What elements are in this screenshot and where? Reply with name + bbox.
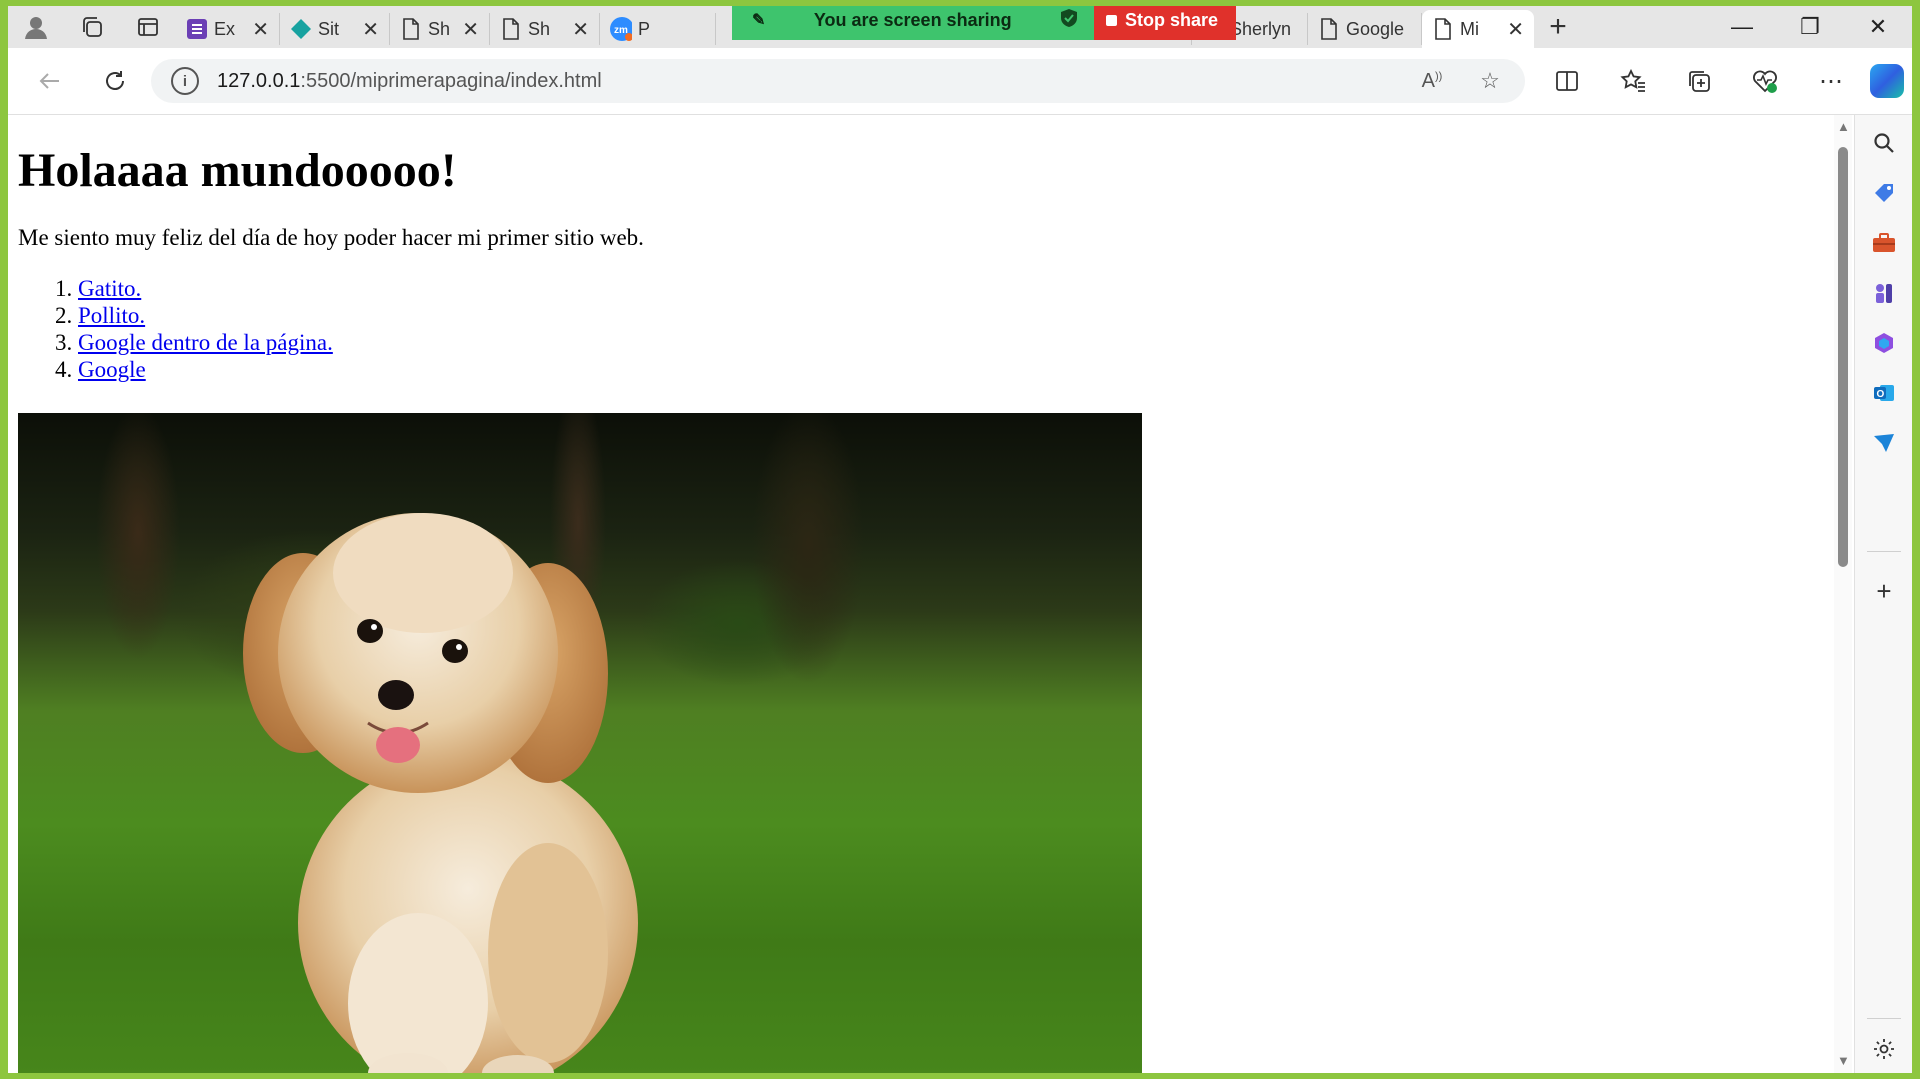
tab-5[interactable]: zm P: [600, 13, 716, 45]
zoom-icon: zm: [610, 17, 632, 41]
tab-active[interactable]: Mi ✕: [1422, 10, 1534, 48]
tab-title: Mi: [1460, 18, 1479, 39]
page-paragraph: Me siento muy feliz del día de hoy poder…: [18, 225, 644, 250]
scroll-up-icon[interactable]: ▲: [1837, 120, 1850, 133]
tab-title: Sh: [428, 18, 451, 39]
tab-title: P: [638, 18, 651, 39]
page-icon: [1432, 18, 1454, 40]
add-sidebar-app-icon[interactable]: +: [1855, 571, 1912, 611]
page-heading: Holaaaa mundooooo!: [18, 144, 457, 197]
close-tab-icon[interactable]: ✕: [566, 17, 589, 42]
back-button[interactable]: [22, 48, 78, 114]
site-info-icon[interactable]: i: [171, 67, 199, 95]
page-icon: [400, 18, 422, 40]
stop-share-label: Stop share: [1125, 9, 1219, 30]
vertical-tabs-icon[interactable]: [120, 6, 176, 48]
tab-3[interactable]: Sh ✕: [390, 13, 490, 45]
stop-share-button[interactable]: Stop share: [1094, 6, 1236, 40]
close-tab-icon[interactable]: ✕: [356, 17, 379, 42]
new-tab-button[interactable]: +: [1534, 6, 1582, 48]
forms-icon: [186, 18, 208, 40]
tab-title: Ex: [214, 18, 236, 39]
pin-icon[interactable]: ✎: [752, 10, 765, 30]
shield-icon: [1060, 8, 1078, 33]
list-item: Google: [78, 356, 333, 383]
tab-title: Sherlyn: [1230, 18, 1292, 39]
games-icon[interactable]: [1855, 273, 1912, 313]
close-tab-icon[interactable]: ✕: [456, 17, 479, 42]
toolbar: i 127.0.0.1:5500/miprimerapagina/index.h…: [8, 48, 1912, 115]
sidebar-settings-icon[interactable]: [1855, 1029, 1912, 1069]
tab-title: Sit: [318, 18, 340, 39]
tab-4[interactable]: Sh ✕: [490, 13, 600, 45]
stop-icon: [1106, 14, 1117, 26]
vertical-scrollbar[interactable]: ▲ ▼: [1834, 115, 1852, 1073]
tab-7[interactable]: Google: [1308, 13, 1422, 45]
drop-icon[interactable]: [1855, 423, 1912, 463]
performance-icon[interactable]: [1733, 48, 1797, 114]
svg-text:zm: zm: [614, 25, 628, 36]
tab-title: Sh: [528, 18, 551, 39]
share-message: You are screen sharing: [813, 9, 1012, 30]
address-bar[interactable]: i 127.0.0.1:5500/miprimerapagina/index.h…: [151, 59, 1525, 103]
profile-icon[interactable]: [8, 6, 64, 48]
read-aloud-icon[interactable]: A)): [1407, 59, 1457, 103]
copilot-button[interactable]: [1861, 48, 1912, 114]
list-item: Google dentro de la página.: [78, 329, 333, 356]
list-item: Gatito.: [78, 275, 333, 302]
sidebar-divider: [1867, 1018, 1901, 1019]
tools-icon[interactable]: [1855, 223, 1912, 263]
sidebar-divider: [1867, 551, 1901, 552]
scrollbar-thumb[interactable]: [1838, 147, 1848, 567]
share-message-bar[interactable]: ✎ You are screen sharing: [732, 6, 1094, 40]
favorites-icon[interactable]: [1601, 48, 1665, 114]
restore-button[interactable]: ❐: [1776, 6, 1844, 48]
split-screen-icon[interactable]: [1535, 48, 1599, 114]
tab-2[interactable]: Sit ✕: [280, 13, 390, 45]
tab-title: Google: [1346, 18, 1405, 39]
minimize-button[interactable]: —: [1708, 6, 1776, 48]
outlook-icon[interactable]: O: [1855, 373, 1912, 413]
diamond-icon: [290, 18, 312, 40]
page-icon: [1318, 18, 1340, 40]
puppy-illustration: [243, 513, 638, 1073]
edge-sidebar: O +: [1854, 115, 1912, 1073]
copilot-icon: [1870, 64, 1904, 98]
screen-share-banner: ✎ You are screen sharing Stop share: [732, 6, 1236, 40]
link-gatito[interactable]: Gatito.: [78, 276, 141, 301]
refresh-button[interactable]: [87, 48, 143, 114]
tab-1[interactable]: Ex ✕: [176, 13, 280, 45]
link-google[interactable]: Google: [78, 357, 146, 382]
link-google-inpage[interactable]: Google dentro de la página.: [78, 330, 333, 355]
microsoft-365-icon[interactable]: [1855, 323, 1912, 363]
url-text[interactable]: 127.0.0.1:5500/miprimerapagina/index.htm…: [217, 70, 602, 93]
collections-icon[interactable]: [1667, 48, 1731, 114]
scroll-down-icon[interactable]: ▼: [1837, 1054, 1850, 1067]
more-menu-icon[interactable]: ⋯: [1799, 48, 1863, 114]
shopping-tag-icon[interactable]: [1855, 173, 1912, 213]
url-path: :5500/miprimerapagina/index.html: [300, 69, 602, 92]
link-list: Gatito. Pollito. Google dentro de la pág…: [18, 275, 333, 383]
list-item: Pollito.: [78, 302, 333, 329]
workspaces-icon[interactable]: [64, 6, 120, 48]
close-window-button[interactable]: ✕: [1844, 6, 1912, 48]
browser-window: Ex ✕ Sit ✕ Sh ✕ Sh ✕ zm P Sherlyn Google…: [8, 6, 1912, 1073]
web-page: Holaaaa mundooooo! Me siento muy feliz d…: [8, 115, 1834, 1073]
link-pollito[interactable]: Pollito.: [78, 303, 145, 328]
url-host: 127.0.0.1: [217, 69, 301, 92]
favorite-star-icon[interactable]: ☆: [1465, 59, 1515, 103]
close-tab-icon[interactable]: ✕: [246, 17, 269, 42]
svg-text:O: O: [1877, 389, 1885, 400]
close-tab-icon[interactable]: ✕: [1501, 17, 1524, 42]
search-icon[interactable]: [1855, 123, 1912, 163]
page-icon: [500, 18, 522, 40]
window-controls: — ❐ ✕: [1708, 6, 1912, 48]
puppy-photo: [18, 413, 1142, 1073]
